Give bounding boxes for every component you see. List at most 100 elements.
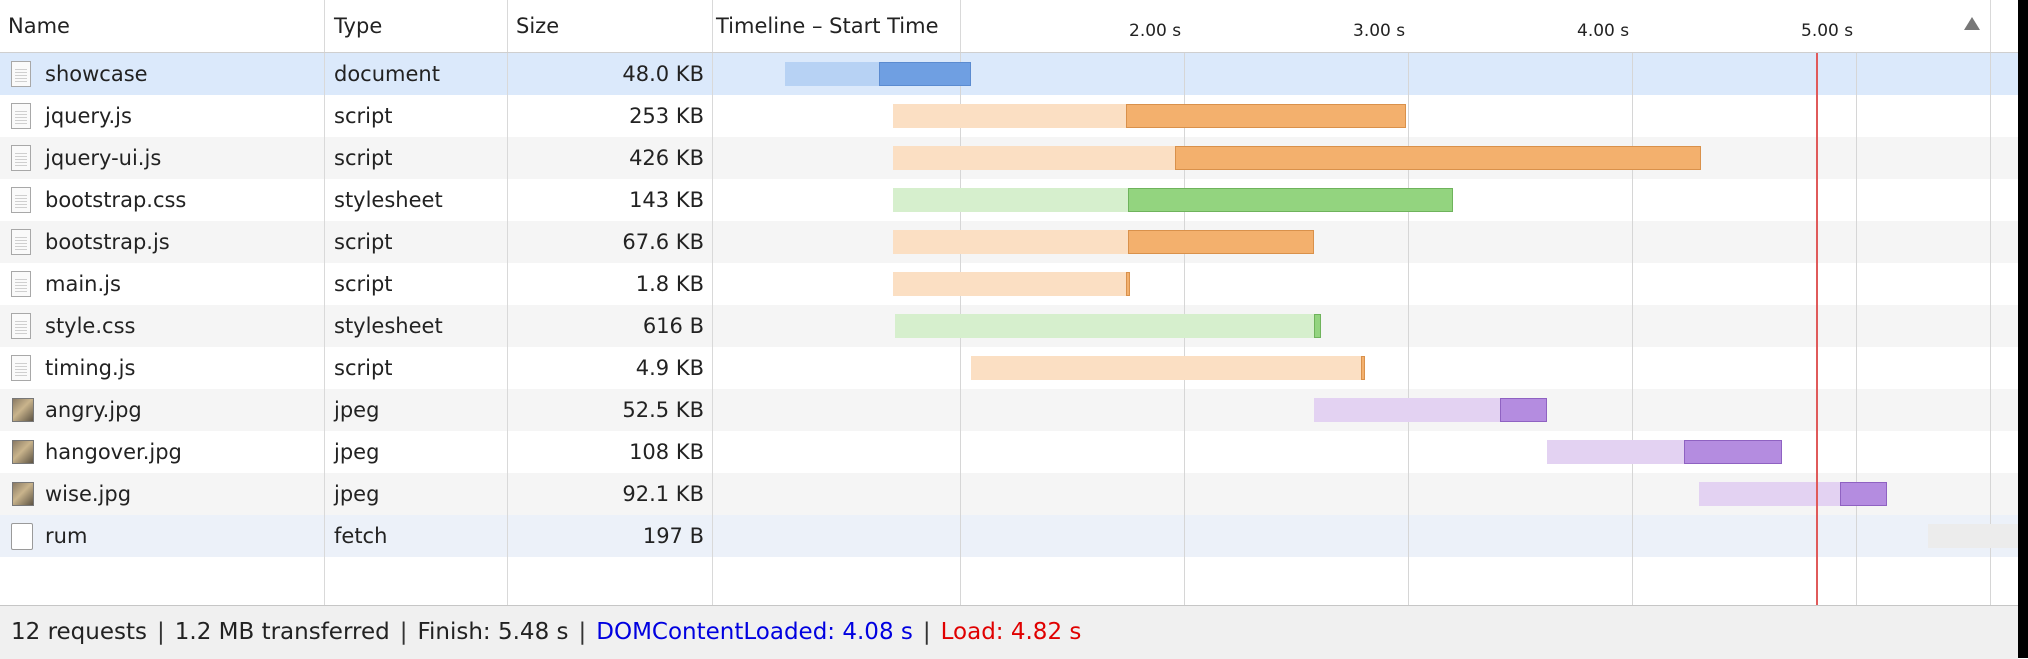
waiting-bar[interactable] <box>892 104 1126 128</box>
request-type: stylesheet <box>334 188 443 212</box>
document-lines <box>15 361 27 376</box>
receiving-bar[interactable] <box>1125 104 1406 128</box>
receiving-bar[interactable] <box>1360 356 1366 380</box>
column-divider[interactable] <box>712 0 713 605</box>
request-size: 4.9 KB <box>635 356 704 380</box>
waiting-bar[interactable] <box>1927 524 2018 548</box>
receiving-bar[interactable] <box>1175 146 1702 170</box>
transferred-size: 1.2 MB transferred <box>174 619 390 645</box>
status-separator: | <box>578 619 587 645</box>
request-name: jquery-ui.js <box>45 146 162 170</box>
request-size: 67.6 KB <box>622 230 704 254</box>
network-panel: showcase document 48.0 KB jquery.js script 25… <box>0 0 2028 659</box>
request-count: 12 requests <box>11 619 147 645</box>
request-name: bootstrap.css <box>45 188 187 212</box>
waiting-bar[interactable] <box>1699 482 1841 506</box>
request-type: script <box>334 356 393 380</box>
timeline-gridline <box>1990 0 1991 605</box>
receiving-bar[interactable] <box>1128 188 1453 212</box>
waiting-bar[interactable] <box>971 356 1361 380</box>
request-size: 92.1 KB <box>622 482 704 506</box>
request-name: rum <box>45 524 88 548</box>
column-divider[interactable] <box>324 0 325 605</box>
waiting-bar[interactable] <box>892 272 1126 296</box>
table-row[interactable]: angry.jpg jpeg 52.5 KB <box>0 389 2018 431</box>
dom-content-loaded-time: DOMContentLoaded: 4.08 s <box>596 619 913 645</box>
document-lines <box>15 235 27 250</box>
request-type: document <box>334 62 440 86</box>
request-size: 426 KB <box>629 146 704 170</box>
column-divider[interactable] <box>324 0 325 52</box>
document-lines <box>15 109 27 124</box>
status-separator: | <box>399 619 408 645</box>
window-edge <box>2018 0 2028 658</box>
status-separator: | <box>157 619 165 645</box>
column-header-name[interactable]: Name <box>8 0 70 52</box>
request-name: main.js <box>45 272 121 296</box>
document-icon <box>11 229 31 255</box>
column-divider[interactable] <box>507 0 508 605</box>
request-size: 616 B <box>642 314 704 338</box>
column-header-type[interactable]: Type <box>334 0 382 52</box>
timeline-gridline <box>1184 0 1185 605</box>
receiving-bar[interactable] <box>879 62 972 86</box>
table-row[interactable]: rum fetch 197 B <box>0 515 2018 557</box>
document-lines <box>15 67 27 82</box>
request-type: fetch <box>334 524 388 548</box>
request-table: showcase document 48.0 KB jquery.js script 25… <box>0 0 2018 605</box>
document-lines <box>15 277 27 292</box>
document-icon <box>11 313 31 339</box>
request-type: script <box>334 230 393 254</box>
column-header-size[interactable]: Size <box>516 0 559 52</box>
timeline-gridline <box>960 0 961 605</box>
column-divider <box>1990 0 1991 52</box>
request-type: script <box>334 104 393 128</box>
receiving-bar[interactable] <box>1313 314 1321 338</box>
sort-ascending-icon[interactable] <box>1964 17 1980 30</box>
request-size: 143 KB <box>629 188 704 212</box>
column-divider[interactable] <box>712 0 713 52</box>
request-name: showcase <box>45 62 148 86</box>
waiting-bar[interactable] <box>895 314 1314 338</box>
table-row[interactable]: showcase document 48.0 KB <box>0 53 2018 95</box>
request-name: hangover.jpg <box>45 440 182 464</box>
request-type: stylesheet <box>334 314 443 338</box>
waiting-bar[interactable] <box>1313 398 1500 422</box>
request-name: angry.jpg <box>45 398 142 422</box>
request-name: bootstrap.js <box>45 230 170 254</box>
load-time: Load: 4.82 s <box>940 619 1082 645</box>
timeline-tick-label: 5.00 s <box>1801 21 1854 41</box>
request-type: jpeg <box>334 440 380 464</box>
document-icon <box>11 187 31 213</box>
request-type: script <box>334 146 393 170</box>
receiving-bar[interactable] <box>1128 230 1314 254</box>
document-icon <box>11 103 31 129</box>
waiting-bar[interactable] <box>892 146 1176 170</box>
document-lines <box>15 319 27 334</box>
request-type: jpeg <box>334 398 380 422</box>
waiting-bar[interactable] <box>785 62 880 86</box>
document-icon <box>11 145 31 171</box>
column-divider <box>960 0 961 52</box>
receiving-bar[interactable] <box>1683 440 1783 464</box>
request-type: script <box>334 272 393 296</box>
column-divider[interactable] <box>507 0 508 52</box>
document-lines <box>15 193 27 208</box>
waiting-bar[interactable] <box>892 230 1128 254</box>
timeline-tick-label: 3.00 s <box>1353 21 1406 41</box>
request-size: 108 KB <box>629 440 704 464</box>
waiting-bar[interactable] <box>892 188 1128 212</box>
status-bar: 12 requests | 1.2 MB transferred | Finish: 5… <box>0 605 2018 659</box>
load-event-marker <box>1815 46 1818 605</box>
waiting-bar[interactable] <box>1546 440 1684 464</box>
timeline-tick-label: 4.00 s <box>1577 21 1630 41</box>
timeline-tick-label: 2.00 s <box>1129 21 1182 41</box>
receiving-bar[interactable] <box>1840 482 1888 506</box>
request-name: wise.jpg <box>45 482 132 506</box>
column-header-timeline[interactable]: Timeline – Start Time <box>716 0 939 52</box>
request-name: jquery.js <box>45 104 132 128</box>
receiving-bar[interactable] <box>1125 272 1131 296</box>
receiving-bar[interactable] <box>1499 398 1547 422</box>
request-name: style.css <box>45 314 136 338</box>
request-size: 253 KB <box>629 104 704 128</box>
